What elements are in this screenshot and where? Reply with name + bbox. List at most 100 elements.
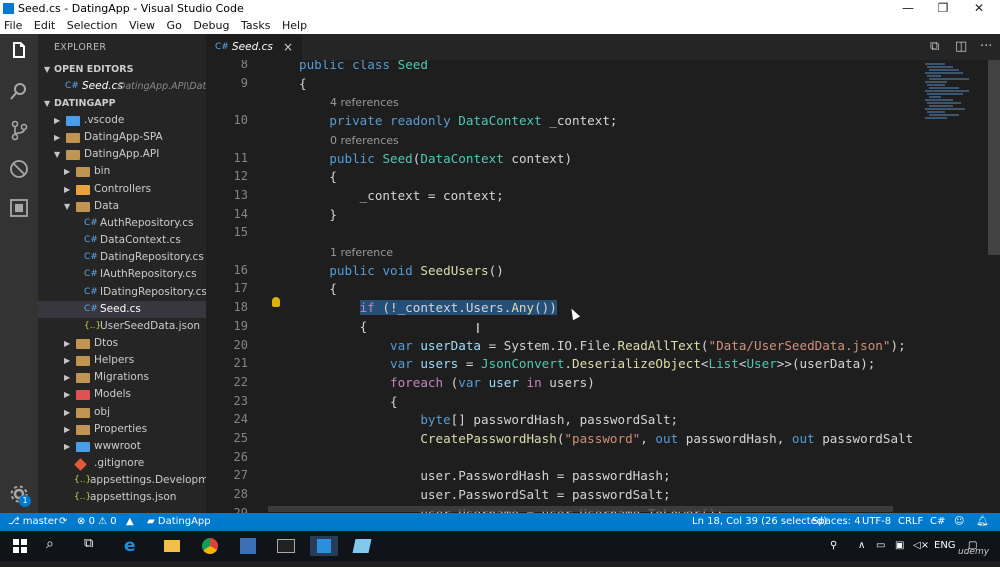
chevron-right-icon: ▶ [64, 167, 71, 176]
open-editors-section[interactable]: ▼ OPEN EDITORS [38, 61, 206, 78]
notes-app-icon[interactable] [352, 536, 372, 556]
scrollbar-thumb[interactable] [988, 60, 1000, 255]
tree-item[interactable]: C# DataContext.cs [38, 232, 206, 249]
task-view-icon[interactable]: ⧉ [84, 536, 104, 556]
menu-edit[interactable]: Edit [30, 17, 59, 34]
code-line: { [299, 394, 398, 409]
line-number: 29 [233, 506, 248, 513]
tree-item[interactable]: {..}appsettings.Developme... [38, 472, 206, 489]
minimap[interactable] [921, 60, 987, 513]
minimap-line [925, 72, 963, 74]
tree-item[interactable]: C# IAuthRepository.cs [38, 266, 206, 283]
tree-item[interactable]: ▶ DatingApp-SPA [38, 129, 206, 146]
tree-item[interactable]: ▶ wwwroot [38, 438, 206, 455]
network-icon[interactable]: ▣ [895, 531, 904, 561]
app-icon[interactable] [238, 536, 258, 556]
vscode-taskbar-icon[interactable] [310, 536, 338, 556]
open-changes-icon[interactable]: ⧉ [930, 39, 939, 54]
bell-icon[interactable]: 🔔︎ [976, 513, 989, 531]
menu-file[interactable]: File [0, 17, 26, 34]
feedback-smiley-icon[interactable]: ☺ [954, 513, 964, 531]
battery-icon[interactable]: ▭ [876, 531, 885, 561]
tree-item[interactable]: {..} appsettings.json [38, 489, 206, 506]
open-editor-item-seed[interactable]: C# Seed.cs DatingApp.API\Data [38, 78, 206, 95]
chrome-browser-icon[interactable] [200, 536, 220, 556]
tree-item[interactable]: C# AuthRepository.cs [38, 215, 206, 232]
terminal-icon[interactable] [276, 536, 296, 556]
explorer-sidebar: EXPLORER ▼ OPEN EDITORS C# Seed.cs Datin… [38, 34, 206, 513]
input-language[interactable]: ENG [934, 531, 956, 561]
tree-item[interactable]: ▶ Properties [38, 421, 206, 438]
tree-item-label: Properties [94, 423, 148, 435]
menu-tasks[interactable]: Tasks [237, 17, 274, 34]
csharp-file-icon: C# [215, 42, 229, 52]
tree-item[interactable]: ▶ Migrations [38, 369, 206, 386]
extensions-icon[interactable] [7, 197, 31, 221]
tree-item[interactable]: ▶ obj [38, 404, 206, 421]
code-editor[interactable]: 8 public class Seed 9 {4 references 10 priva… [206, 60, 1000, 513]
taskbar-search-icon[interactable]: ⌕ [46, 536, 66, 556]
tree-item[interactable]: C# IDatingRepository.cs [38, 284, 206, 301]
search-icon[interactable] [7, 80, 31, 104]
minimap-line [927, 93, 963, 95]
menu-view[interactable]: View [125, 17, 159, 34]
close-window-button[interactable]: ✕ [964, 0, 994, 17]
workspace-section[interactable]: ▼ DATINGAPP [38, 95, 206, 112]
code-line: { [299, 76, 307, 91]
more-actions-icon[interactable]: ··· [980, 39, 992, 54]
codelens-references[interactable]: 1 reference [330, 246, 393, 259]
debug-icon[interactable] [7, 158, 31, 182]
tree-item[interactable]: ▶ .vscode [38, 112, 206, 129]
split-editor-icon[interactable]: ◫ [955, 39, 967, 54]
project-indicator[interactable]: ▰ DatingApp [147, 513, 211, 531]
tree-item[interactable]: ▶ Models [38, 386, 206, 403]
line-number: 24 [233, 412, 248, 426]
codelens-references[interactable]: 4 references [330, 96, 399, 109]
close-tab-icon[interactable]: × [283, 34, 293, 60]
line-number: 18 [233, 300, 248, 314]
problems-indicator[interactable]: ⊗ 0 ⚠ 0 [77, 513, 117, 531]
minimize-button[interactable]: — [893, 0, 923, 17]
tree-item[interactable]: ▶ bin [38, 163, 206, 180]
horizontal-scrollbar[interactable] [268, 506, 893, 512]
tree-item[interactable]: .gitignore [38, 455, 206, 472]
run-icon[interactable]: ▲ [126, 513, 134, 531]
explorer-icon[interactable] [7, 40, 31, 64]
source-control-icon[interactable] [7, 119, 31, 143]
people-icon[interactable]: ⚲ [830, 531, 837, 561]
tree-item[interactable]: C# Seed.cs [38, 301, 206, 318]
line-ending[interactable]: CRLF [898, 513, 923, 531]
line-number: 23 [233, 394, 248, 408]
tree-item[interactable]: ▼ DatingApp.API [38, 146, 206, 163]
sync-icon[interactable]: ⟳ [59, 513, 67, 531]
menu-selection[interactable]: Selection [63, 17, 122, 34]
language-mode[interactable]: C# [930, 513, 945, 531]
tree-item[interactable]: ▶ Helpers [38, 352, 206, 369]
volume-icon[interactable]: ◁× [913, 531, 929, 561]
lightbulb-icon[interactable] [272, 297, 280, 307]
codelens-references[interactable]: 0 references [330, 134, 399, 147]
tree-item[interactable]: C# DatingRepository.cs [38, 249, 206, 266]
indentation[interactable]: Spaces: 4 [812, 513, 861, 531]
file-explorer-icon[interactable] [162, 536, 182, 556]
tree-item[interactable]: {..} UserSeedData.json [38, 318, 206, 335]
tree-item-label: UserSeedData.json [100, 320, 201, 332]
cursor-position[interactable]: Ln 18, Col 39 (26 selected) [692, 513, 827, 531]
tree-item[interactable]: ▶ Dtos [38, 335, 206, 352]
menu-debug[interactable]: Debug [189, 17, 233, 34]
vertical-scrollbar[interactable] [987, 60, 1000, 513]
windows-start-icon[interactable] [10, 536, 30, 556]
notification-badge: 1 [19, 495, 31, 507]
tree-item[interactable]: ▼ Data [38, 198, 206, 215]
csharp-file-icon: C# [84, 218, 98, 228]
edge-browser-icon[interactable]: e [124, 536, 144, 556]
show-hidden-icons[interactable]: ∧ [858, 531, 865, 561]
tab-seed-cs[interactable]: C# Seed.cs × [206, 34, 302, 60]
folder-icon [76, 425, 90, 435]
encoding[interactable]: UTF-8 [862, 513, 891, 531]
tree-item[interactable]: ▶ Controllers [38, 181, 206, 198]
branch-indicator[interactable]: ⎇ master [8, 513, 58, 531]
menu-go[interactable]: Go [163, 17, 186, 34]
menu-help[interactable]: Help [278, 17, 311, 34]
maximize-button[interactable]: ❐ [928, 0, 958, 17]
